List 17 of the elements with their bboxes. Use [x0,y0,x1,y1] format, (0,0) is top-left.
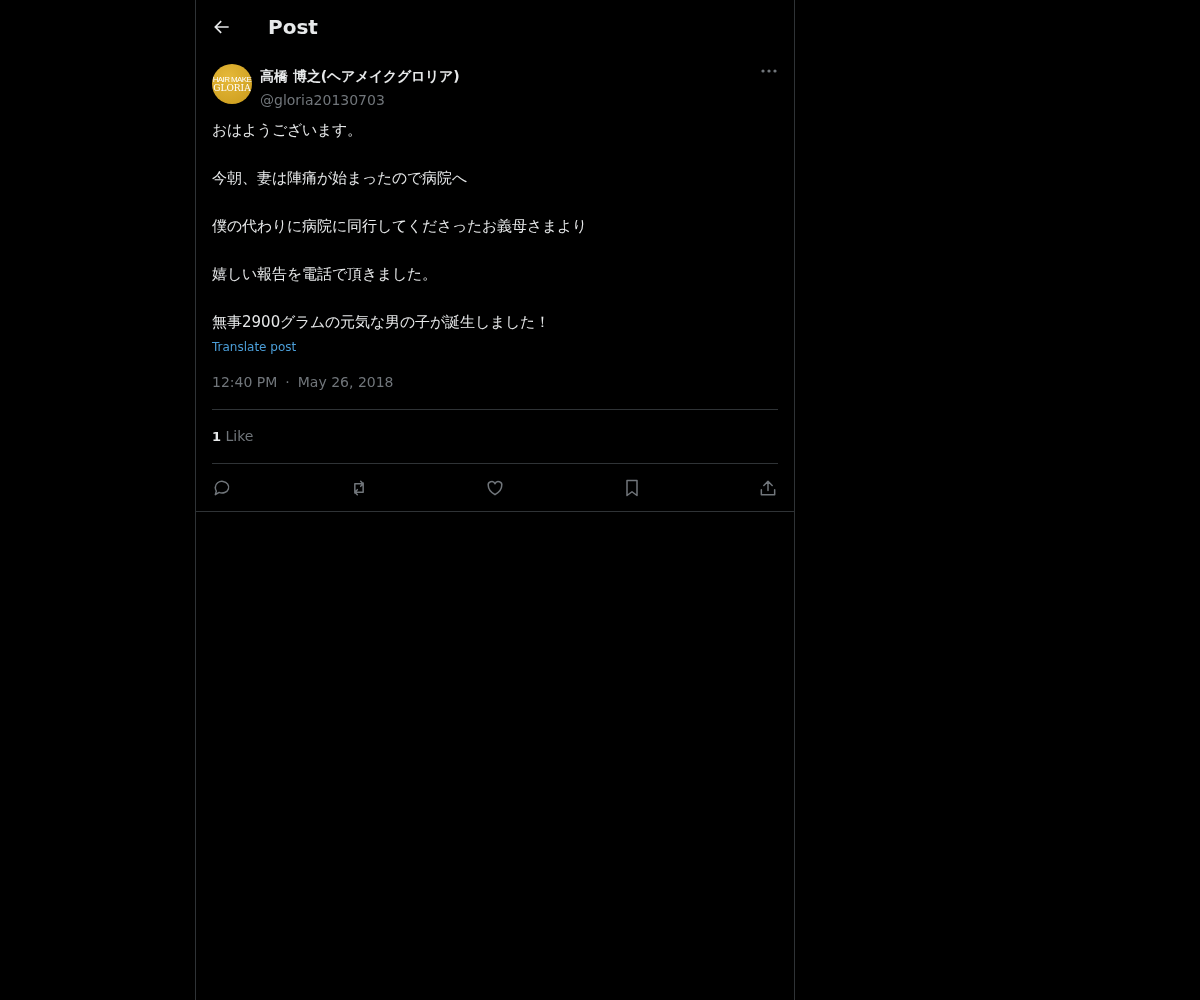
author-handle[interactable]: @gloria20130703 [260,92,385,108]
post-text: 無事2900グラムの元気な男の子が誕生しました！ [212,312,552,332]
page-title: Post [268,14,318,41]
logo-text: GLORIA [213,83,251,93]
post-time: 12:40 PM [212,373,278,392]
post-date: May 26, 2018 [297,373,394,392]
more-icon [760,68,778,74]
logo-tagline: HAIR MAKE [212,75,252,84]
translate-link[interactable]: Translate post [212,340,297,354]
like-count[interactable]: 1 Like [212,428,254,444]
separator: · [285,373,290,392]
post-text: おはようございます。 [212,120,363,140]
post-text: 嬉しい報告を電話で頂きました。 [212,264,438,284]
post-text: 僕の代わりに病院に同行してくださったお義母さまより [212,216,588,236]
author-name[interactable]: 高橋 博之(ヘアメイクグロリア) [260,68,460,84]
post-text: 今朝、妻は陣痛が始まったので病院へ [212,168,468,188]
more-button[interactable] [760,68,778,74]
